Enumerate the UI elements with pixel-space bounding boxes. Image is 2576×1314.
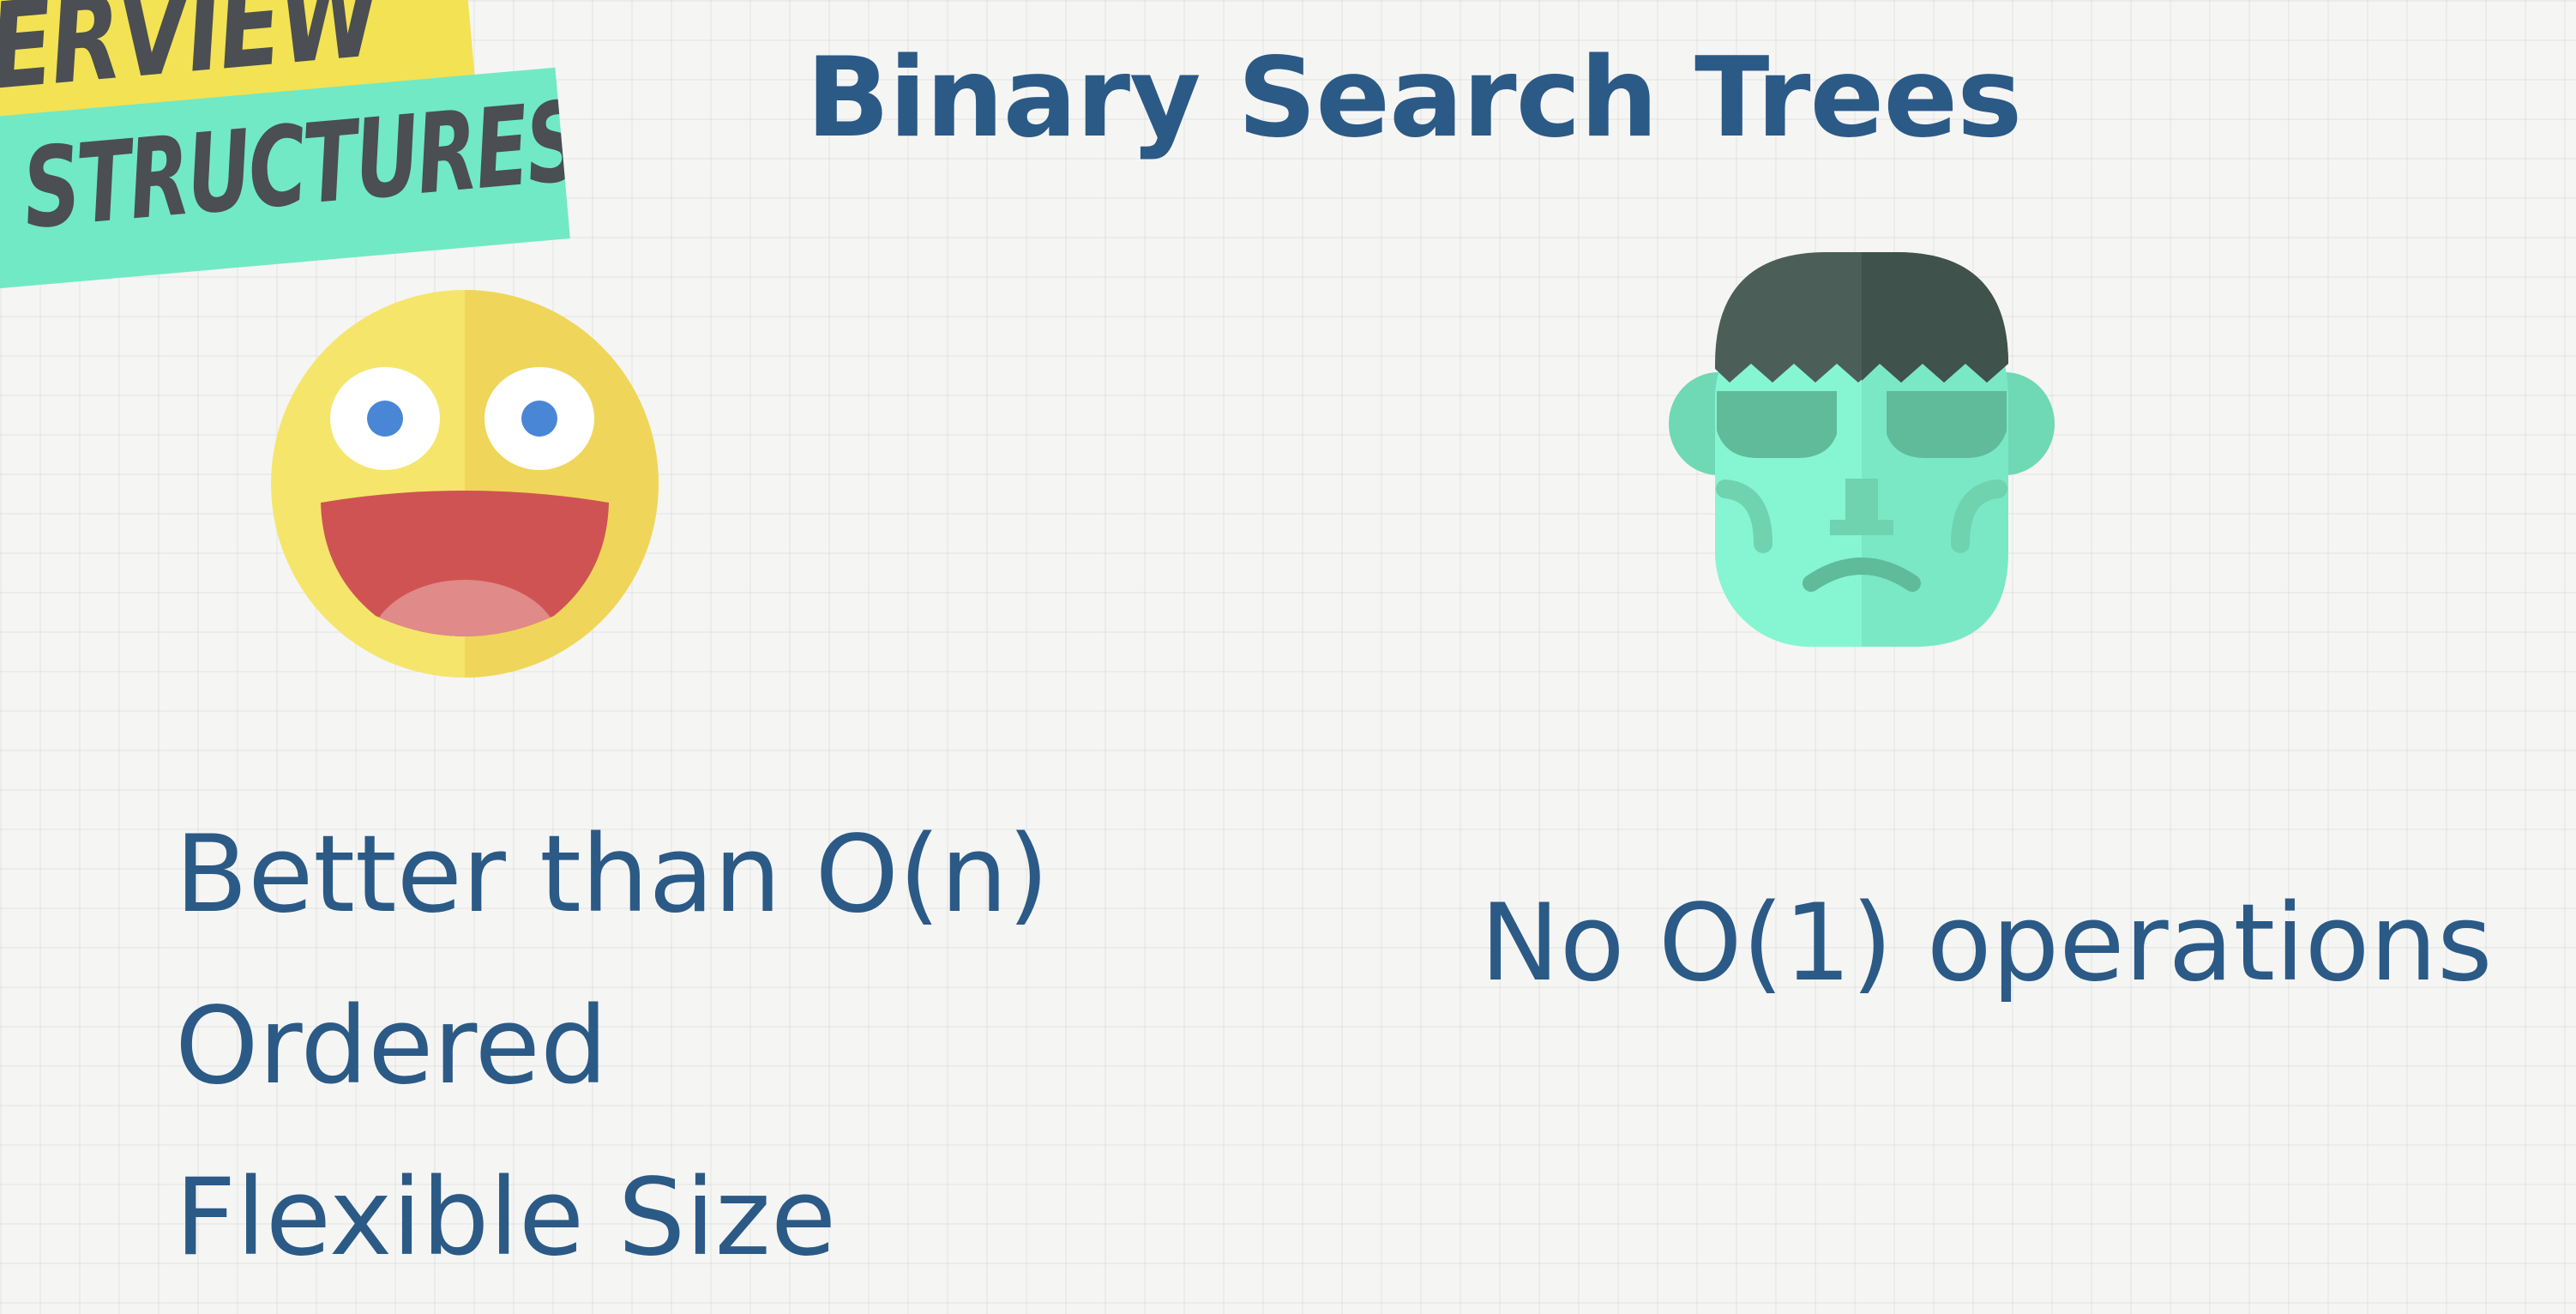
frankenstein-face-icon xyxy=(1669,252,2055,647)
disadvantage-item: No O(1) operations xyxy=(1480,882,2493,1005)
advantages-list: Better than O(n) Ordered Flexible Size xyxy=(175,789,1049,1304)
advantage-item: Ordered xyxy=(175,985,608,1108)
topic-tag-structures-label: STRUCTURES xyxy=(18,77,570,255)
advantage-item: Better than O(n) xyxy=(175,813,1050,937)
slide-title: Binary Search Trees xyxy=(806,34,2022,162)
advantage-item: Flexible Size xyxy=(175,1156,837,1280)
happy-face-icon xyxy=(271,290,659,678)
disadvantages-list: No O(1) operations xyxy=(1480,875,2493,1012)
